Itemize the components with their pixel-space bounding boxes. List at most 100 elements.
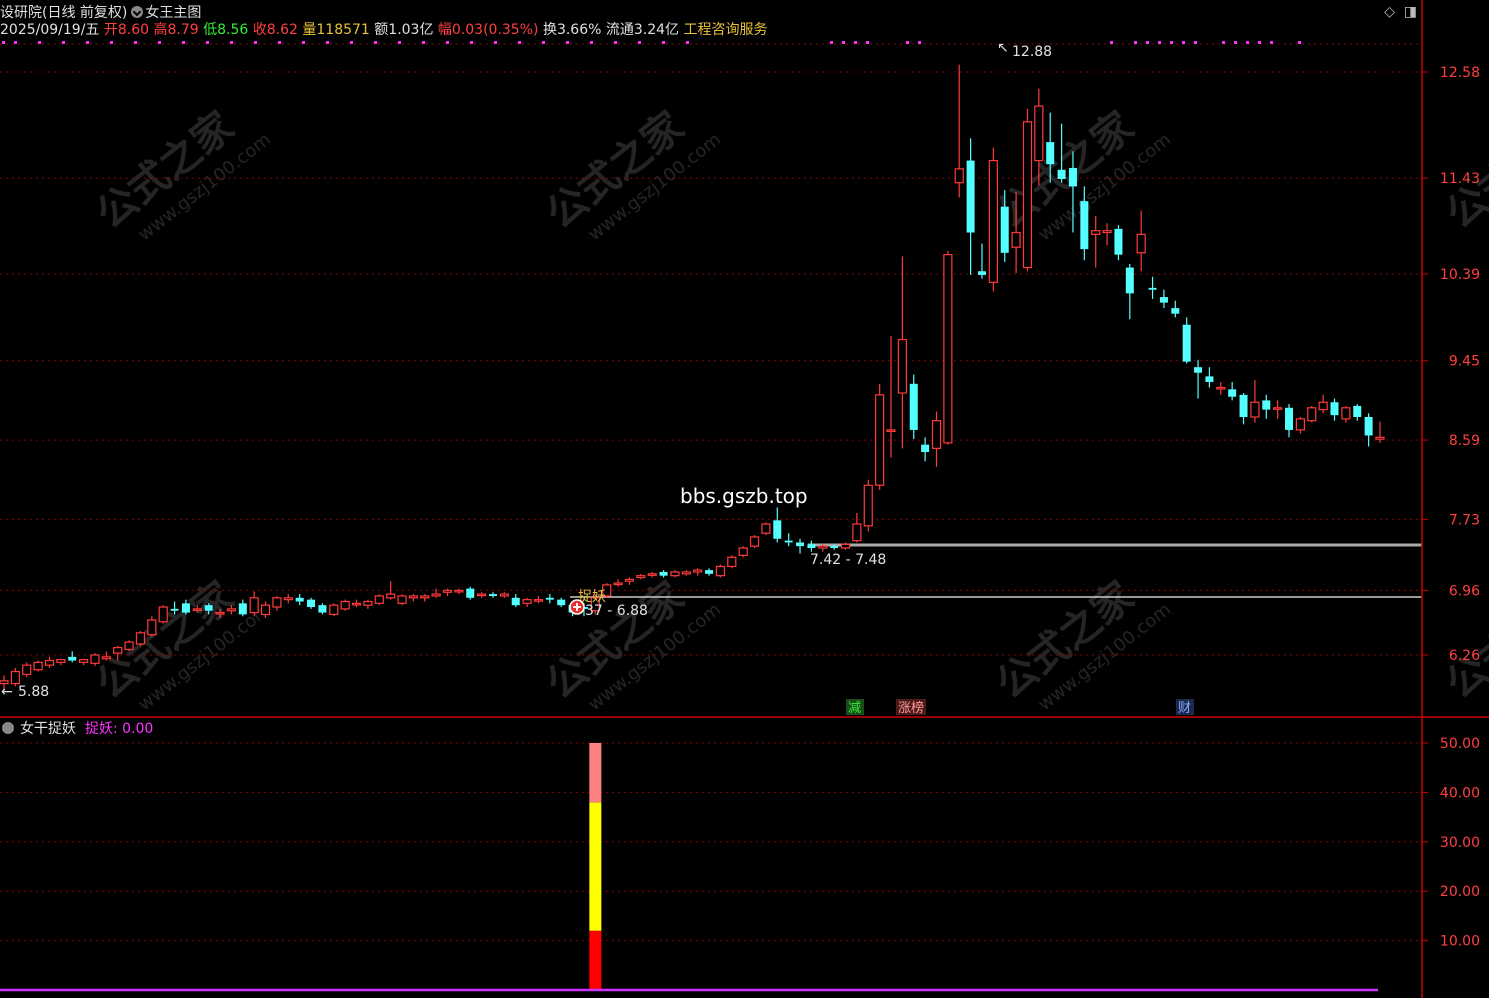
sub-tick-label: 20.00 xyxy=(1440,884,1480,900)
candle-body xyxy=(170,608,179,611)
signal-dot xyxy=(206,41,209,44)
candle xyxy=(1341,405,1351,423)
candle-body xyxy=(295,597,304,602)
candle xyxy=(1171,300,1180,318)
candle-body xyxy=(886,429,896,433)
candle-body xyxy=(1080,201,1089,250)
candle-body xyxy=(56,659,66,663)
candle-body xyxy=(909,383,918,430)
candle-body xyxy=(818,545,828,549)
candle-body xyxy=(761,523,771,534)
candle xyxy=(931,411,942,467)
candle xyxy=(749,535,760,548)
candle-body xyxy=(1262,400,1271,410)
signal-dot xyxy=(542,41,545,44)
candle-body xyxy=(545,597,554,600)
candle xyxy=(1228,381,1237,401)
candle xyxy=(454,588,464,595)
price-tick-label: 8.59 xyxy=(1449,433,1480,449)
candle xyxy=(420,594,430,602)
candle-body xyxy=(773,520,782,539)
candle xyxy=(1136,210,1146,272)
candle xyxy=(1114,225,1123,261)
candle-body xyxy=(830,546,839,548)
price-tick-label: 10.39 xyxy=(1440,267,1480,283)
candle xyxy=(1205,367,1214,388)
candle-body xyxy=(466,588,475,598)
candle xyxy=(374,594,384,606)
candle xyxy=(158,605,168,624)
candle-body xyxy=(192,608,202,611)
candle xyxy=(1091,215,1101,268)
signal-dot xyxy=(134,41,137,44)
candle xyxy=(875,383,885,490)
candle xyxy=(715,564,726,578)
signal-dot xyxy=(350,41,353,44)
signal-dot xyxy=(866,41,869,44)
signal-bar-segment xyxy=(589,930,602,990)
min-price-label: 5.88 xyxy=(18,684,49,700)
signal-dot xyxy=(14,41,17,44)
candle xyxy=(307,597,316,609)
candle xyxy=(624,577,635,585)
sub-tick-label: 10.00 xyxy=(1440,934,1480,950)
candle-body xyxy=(272,597,282,608)
candle xyxy=(135,631,146,646)
signal-dot xyxy=(1258,41,1261,44)
candle xyxy=(636,573,646,580)
candle xyxy=(386,581,396,600)
candle-body xyxy=(636,575,646,579)
event-marker-3[interactable]: 财 xyxy=(1176,699,1194,716)
candle-body xyxy=(511,597,520,606)
svg-text:财: 财 xyxy=(1178,701,1191,716)
candle-body xyxy=(442,589,453,593)
candle-body xyxy=(1318,401,1328,411)
candle-body xyxy=(204,605,213,611)
candle xyxy=(1318,394,1328,414)
sub-title[interactable]: 女干捉妖 xyxy=(20,720,76,737)
candle xyxy=(466,586,475,600)
candle xyxy=(1330,398,1339,421)
signal-dot xyxy=(38,41,41,44)
dropdown-circle-icon-sub[interactable] xyxy=(2,722,14,734)
chart-area: 公式之家www.gszj100.com 公式之家www.gszj100.com 公式… xyxy=(0,0,1489,998)
signal-dot xyxy=(326,41,329,44)
candle-body xyxy=(1295,418,1305,431)
candle-body xyxy=(921,444,930,453)
candle xyxy=(22,662,32,678)
price-tick-label: 9.45 xyxy=(1449,354,1480,370)
candle-body xyxy=(693,569,703,573)
candle xyxy=(897,256,907,449)
candle-body xyxy=(1068,167,1077,187)
candle-body xyxy=(738,547,748,556)
signal-dot xyxy=(638,41,641,44)
site-watermark: bbs.gszb.top xyxy=(680,484,808,508)
candle xyxy=(1250,380,1260,423)
candle xyxy=(340,599,350,611)
candle-body xyxy=(1228,389,1237,397)
candle xyxy=(1295,417,1305,434)
event-marker-2[interactable]: 涨榜 xyxy=(896,699,926,716)
signal-dot xyxy=(398,41,401,44)
signal-dot xyxy=(1170,41,1173,44)
candle-body xyxy=(329,604,339,616)
signal-dot xyxy=(158,41,161,44)
candle xyxy=(249,591,259,617)
candle-body xyxy=(249,597,259,614)
signal-bar-segment xyxy=(589,743,602,803)
candle-body xyxy=(1330,402,1339,416)
candle-body xyxy=(363,600,373,606)
event-marker-1[interactable]: 减 xyxy=(846,699,864,716)
candle xyxy=(796,538,805,554)
candle xyxy=(670,570,680,578)
signal-dot xyxy=(1222,41,1225,44)
plus-circle-icon[interactable] xyxy=(569,599,585,615)
candle-body xyxy=(1125,267,1134,294)
signal-dot xyxy=(302,41,305,44)
signal-dot xyxy=(1146,41,1149,44)
signal-dot xyxy=(110,41,113,44)
candle xyxy=(921,437,930,462)
candle-body xyxy=(488,594,497,596)
svg-text:涨榜: 涨榜 xyxy=(898,700,924,716)
candle xyxy=(557,597,566,608)
